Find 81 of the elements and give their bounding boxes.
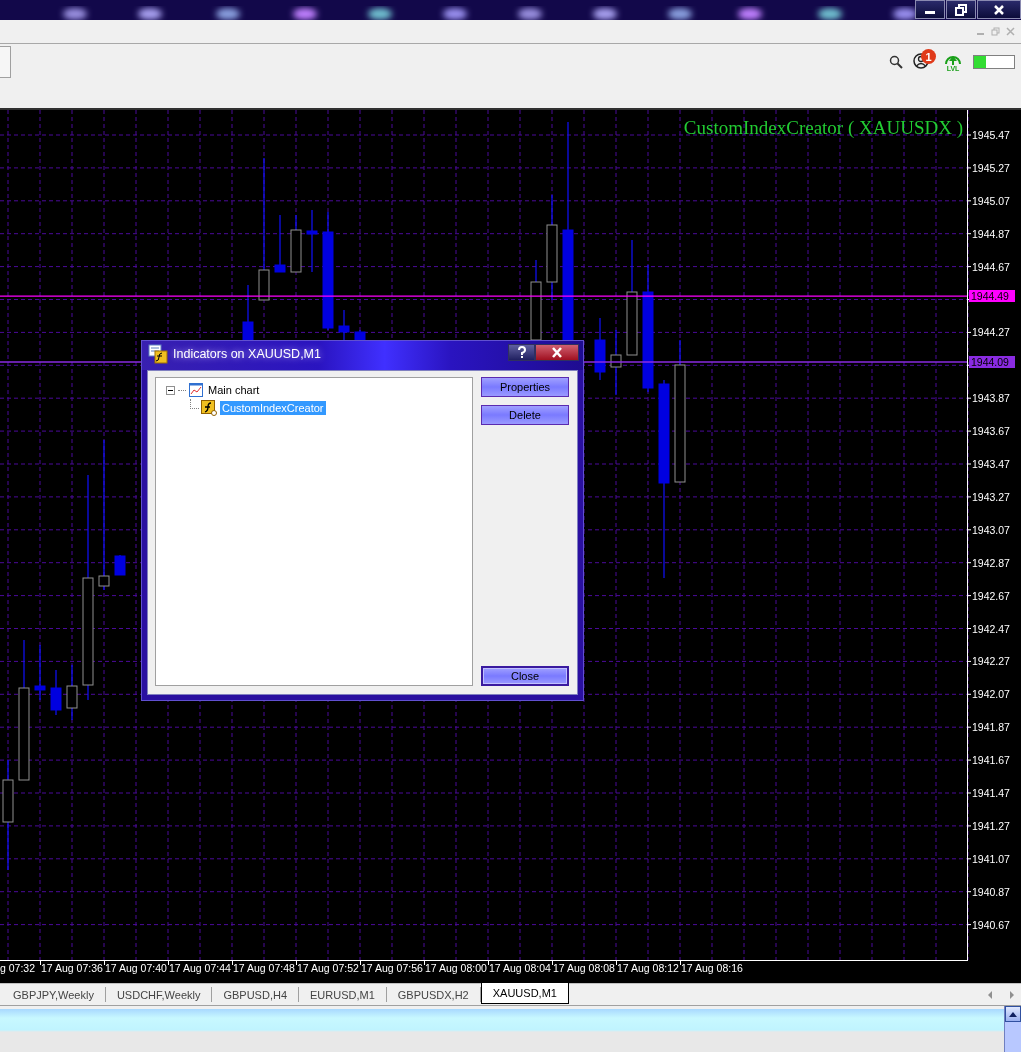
candle — [114, 554, 126, 576]
price-label: 1943.27 — [972, 490, 1010, 503]
chart-tab[interactable]: GBPUSDX,H2 — [386, 987, 481, 1002]
dialog-title: Indicators on XAUUSD,M1 — [173, 347, 321, 361]
candle — [274, 214, 286, 273]
close-button[interactable] — [977, 0, 1021, 19]
price-label: 1941.07 — [972, 852, 1010, 865]
time-label: 17 Aug 07:40 — [105, 962, 167, 974]
chart-tab[interactable]: GBPJPY,Weekly — [2, 987, 106, 1002]
indicators-icon — [148, 344, 168, 364]
dialog-button[interactable]: Close — [481, 666, 569, 686]
chart-tab[interactable]: USDCHF,Weekly — [105, 987, 213, 1002]
price-label: 1942.87 — [972, 556, 1010, 569]
chart-icon — [189, 383, 203, 397]
scroll-left-icon[interactable] — [987, 990, 993, 999]
function-icon — [201, 400, 217, 416]
candle — [34, 644, 46, 701]
candle — [66, 664, 78, 721]
price-label: 1945.07 — [972, 194, 1010, 207]
price-marker: 1944.09 — [969, 356, 1015, 368]
scrollbar[interactable] — [1004, 1006, 1021, 1052]
time-label: 17 Aug 07:36 — [41, 962, 103, 974]
price-label: 1943.07 — [972, 523, 1010, 536]
candle — [290, 214, 302, 273]
up-arrow-icon — [1009, 1011, 1017, 1017]
candle — [610, 329, 622, 396]
price-label: 1944.27 — [972, 326, 1010, 339]
toolbar-panel — [0, 46, 11, 78]
chart-title: CustomIndexCreator ( XAUUSDX ) — [683, 117, 963, 139]
time-label: 17 Aug 08:04 — [489, 962, 551, 974]
dialog-button[interactable]: Properties — [481, 377, 569, 397]
time-label: 17 Aug 07:44 — [169, 962, 231, 974]
price-label: 1944.87 — [972, 227, 1010, 240]
chart-tab[interactable]: EURUSD,M1 — [299, 987, 387, 1002]
time-label: 17 Aug 08:00 — [425, 962, 487, 974]
time-label: g 07:32 — [0, 962, 36, 974]
minimize-icon — [925, 11, 935, 14]
price-label: 1943.87 — [972, 392, 1010, 405]
tree-item[interactable]: Main chart — [206, 383, 262, 397]
price-label: 1941.27 — [972, 819, 1010, 832]
time-label: 17 Aug 08:12 — [617, 962, 679, 974]
price-marker: 1944.49 — [969, 290, 1015, 303]
price-label: 1940.87 — [972, 885, 1010, 898]
time-label: 17 Aug 07:52 — [297, 962, 359, 974]
search-icon[interactable] — [889, 55, 903, 69]
help-icon — [516, 346, 527, 359]
close-icon — [993, 3, 1005, 16]
price-label: 1942.67 — [972, 589, 1010, 602]
price-label: 1942.07 — [972, 688, 1010, 701]
price-label: 1943.47 — [972, 458, 1010, 470]
price-label: 1944.67 — [972, 260, 1010, 273]
minimize-button[interactable] — [915, 0, 945, 19]
time-label: 17 Aug 08:08 — [553, 962, 615, 974]
chart-tab[interactable]: XAUUSD,M1 — [480, 983, 569, 1004]
scroll-right-icon[interactable] — [1009, 990, 1015, 999]
price-label: 1941.47 — [972, 787, 1010, 799]
help-button[interactable] — [508, 344, 535, 361]
price-label: 1940.67 — [972, 918, 1010, 931]
restore-icon — [955, 3, 967, 16]
collapse-toggle[interactable] — [166, 385, 175, 395]
price-label: 1945.47 — [972, 129, 1010, 141]
price-label: 1942.47 — [972, 622, 1010, 635]
candle — [338, 309, 350, 341]
scroll-up-button[interactable] — [1005, 1006, 1021, 1022]
time-label: 17 Aug 07:48 — [233, 962, 295, 974]
price-label: 1942.27 — [972, 655, 1010, 668]
price-label: 1943.67 — [972, 425, 1010, 438]
close-button[interactable] — [535, 344, 579, 361]
dialog-button[interactable]: Delete — [481, 405, 569, 425]
candle — [306, 209, 318, 273]
chart-tab[interactable]: GBPUSD,H4 — [212, 987, 299, 1002]
price-label: 1945.27 — [972, 161, 1010, 174]
candle — [594, 317, 606, 381]
time-label: 17 Aug 08:16 — [681, 962, 743, 974]
close-icon — [551, 347, 563, 358]
time-label: 17 Aug 07:56 — [361, 962, 423, 974]
price-label: 1941.67 — [972, 754, 1010, 767]
candle — [50, 669, 62, 716]
notification-badge: 1 — [921, 49, 936, 64]
restore-button[interactable] — [946, 0, 976, 19]
price-label: 1941.87 — [972, 721, 1010, 734]
